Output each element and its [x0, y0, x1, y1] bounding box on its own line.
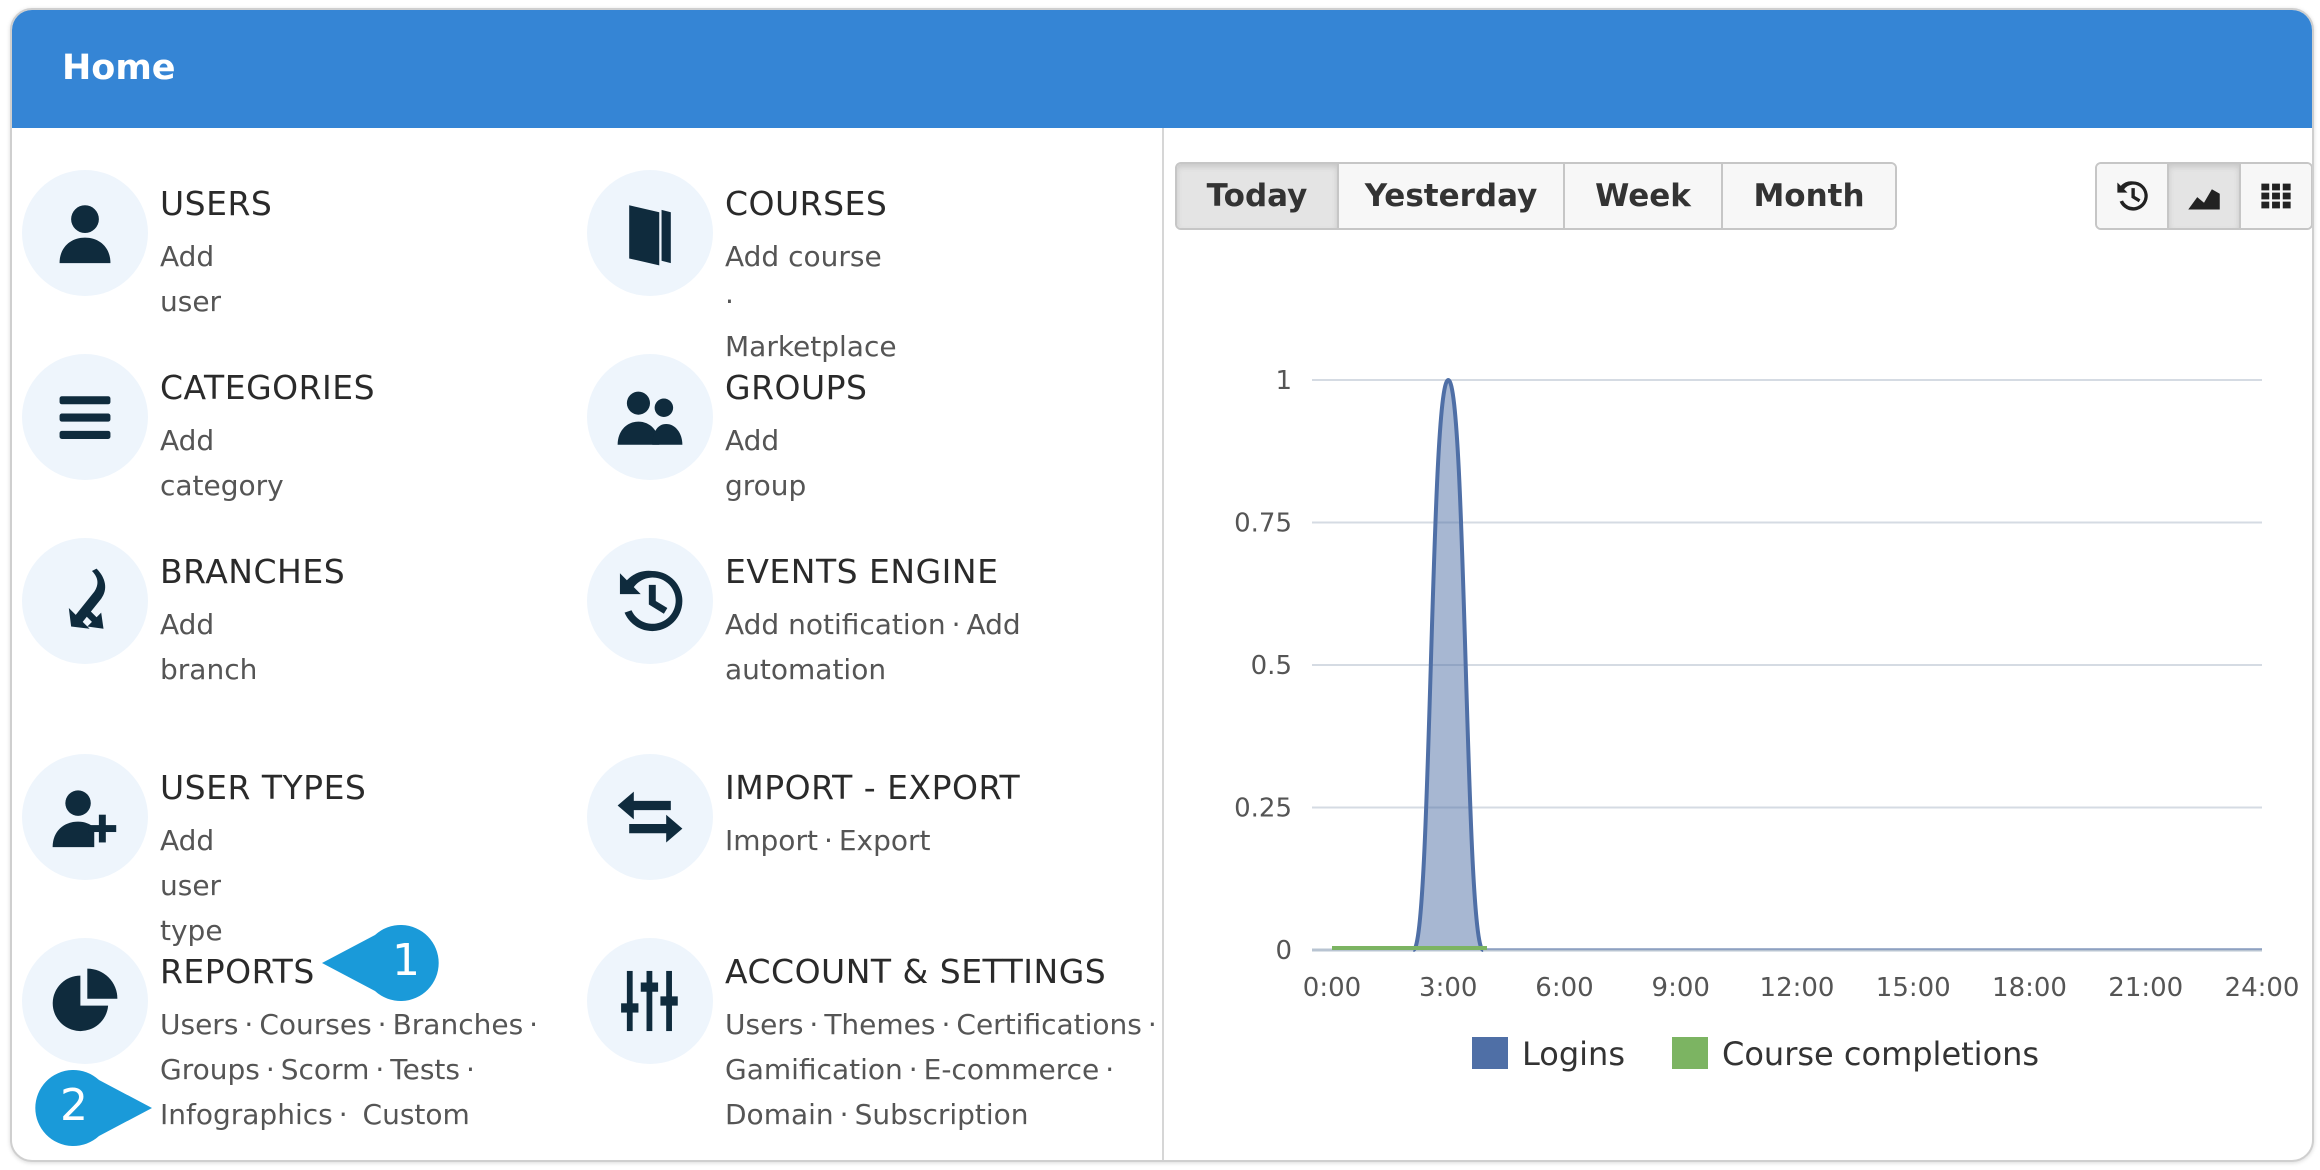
link-settings-gamification[interactable]: Gamification	[725, 1053, 903, 1086]
x-tick-label: 18:00	[1992, 973, 2067, 1003]
user-plus-icon	[22, 754, 148, 880]
callout-2: 2	[24, 1068, 154, 1148]
tile-title-reports[interactable]: REPORTS	[160, 952, 315, 991]
x-tick-label: 6:00	[1535, 973, 1593, 1003]
history-icon	[587, 538, 713, 664]
link-reports-courses[interactable]: Courses	[259, 1008, 371, 1041]
history-view-button[interactable]	[2097, 164, 2169, 228]
link-marketplace[interactable]: Marketplace	[725, 330, 897, 363]
x-tick-label: 3:00	[1419, 973, 1477, 1003]
link-settings-subscription[interactable]: Subscription	[855, 1098, 1029, 1131]
exchange-icon	[587, 754, 713, 880]
callout-2-number: 2	[60, 1080, 88, 1131]
x-tick-label: 21:00	[2108, 973, 2183, 1003]
link-add-user[interactable]: Add user	[160, 240, 221, 318]
tile-links-categories: Add category	[160, 418, 284, 508]
y-tick-label: 0.25	[1234, 794, 1292, 824]
tab-yesterday[interactable]: Yesterday	[1339, 164, 1565, 228]
user-icon	[22, 170, 148, 296]
tile-links-user-types: Add user type	[160, 818, 223, 953]
tile-title-courses[interactable]: COURSES	[725, 184, 887, 223]
link-reports-scorm[interactable]: Scorm	[281, 1053, 370, 1086]
link-import[interactable]: Import	[725, 824, 818, 857]
branch-icon	[22, 538, 148, 664]
tile-title-import-export[interactable]: IMPORT - EXPORT	[725, 768, 1020, 807]
link-reports-branches[interactable]: Branches	[393, 1008, 524, 1041]
sliders-icon	[587, 938, 713, 1064]
link-reports-custom[interactable]: Custom	[363, 1098, 470, 1131]
link-reports-groups[interactable]: Groups	[160, 1053, 260, 1086]
area-chart-view-button[interactable]	[2169, 164, 2241, 228]
book-icon	[587, 170, 713, 296]
x-tick-label: 9:00	[1652, 973, 1710, 1003]
home-header: Home	[12, 10, 2312, 128]
y-tick-label: 1	[1275, 366, 1292, 396]
tile-links-reports: Users · Courses · Branches · Groups · Scorm · Tes…	[160, 1008, 539, 1131]
view-toggles	[2095, 162, 2312, 230]
list-icon	[22, 354, 148, 480]
y-tick-label: 0.5	[1251, 651, 1292, 681]
tile-links-account-settings: Users · Themes · Certifications · Gamificatio…	[725, 1008, 1157, 1131]
legend-label-logins: Logins	[1522, 1035, 1625, 1073]
tile-links-groups: Add group	[725, 418, 806, 508]
link-add-category[interactable]: Add category	[160, 424, 284, 502]
legend-swatch-completions	[1672, 1037, 1708, 1069]
link-reports-infographics[interactable]: Infographics	[160, 1098, 333, 1131]
tab-month[interactable]: Month	[1723, 164, 1895, 228]
y-tick-label: 0	[1275, 936, 1292, 966]
x-tick-label: 12:00	[1760, 973, 1835, 1003]
tile-title-categories[interactable]: CATEGORIES	[160, 368, 375, 407]
link-settings-ecommerce[interactable]: E-commerce	[924, 1053, 1100, 1086]
y-tick-label: 0.75	[1234, 509, 1292, 539]
link-add-user-type[interactable]: Add user type	[160, 824, 223, 947]
grid-view-button[interactable]	[2241, 164, 2311, 228]
tile-links-users: Add user	[160, 234, 221, 324]
group-icon	[587, 354, 713, 480]
link-reports-users[interactable]: Users	[160, 1008, 238, 1041]
x-tick-label: 0:00	[1303, 973, 1361, 1003]
link-settings-domain[interactable]: Domain	[725, 1098, 834, 1131]
tab-week[interactable]: Week	[1565, 164, 1723, 228]
pie-chart-icon	[22, 938, 148, 1064]
panel-divider	[1162, 128, 1164, 1160]
tile-links-events-engine: Add notification · Add automation	[725, 608, 1021, 686]
link-settings-themes[interactable]: Themes	[824, 1008, 935, 1041]
tile-title-users[interactable]: USERS	[160, 184, 272, 223]
grid-icon	[2261, 183, 2291, 209]
link-settings-users[interactable]: Users	[725, 1008, 803, 1041]
tile-title-events-engine[interactable]: EVENTS ENGINE	[725, 552, 998, 591]
callout-1-number: 1	[392, 935, 420, 986]
tab-today[interactable]: Today	[1177, 164, 1339, 228]
history-icon	[2117, 181, 2148, 211]
x-tick-label: 24:00	[2225, 973, 2300, 1003]
tile-title-account-settings[interactable]: ACCOUNT & SETTINGS	[725, 952, 1106, 991]
link-reports-tests[interactable]: Tests	[390, 1053, 460, 1086]
link-export[interactable]: Export	[839, 824, 931, 857]
callout-1: 1	[320, 923, 450, 1003]
link-settings-certifications[interactable]: Certifications	[956, 1008, 1141, 1041]
tile-title-groups[interactable]: GROUPS	[725, 368, 867, 407]
tile-title-branches[interactable]: BRANCHES	[160, 552, 345, 591]
tile-title-user-types[interactable]: USER TYPES	[160, 768, 366, 807]
tile-links-branches: Add branch	[160, 602, 257, 692]
link-add-group[interactable]: Add group	[725, 424, 806, 502]
activity-chart: 0 0.25 0.5 0.75 1 0:00 3:00 6:00 9:00 12:00 15:00 1…	[1234, 366, 2300, 1073]
link-add-branch[interactable]: Add branch	[160, 608, 257, 686]
page-title: Home	[62, 48, 176, 88]
tile-links-import-export: Import · Export	[725, 824, 931, 857]
area-chart-icon	[2188, 189, 2220, 210]
legend-label-completions: Course completions	[1722, 1035, 2039, 1073]
link-add-notification[interactable]: Add notification	[725, 608, 946, 641]
link-add-course[interactable]: Add course	[725, 240, 882, 273]
range-tabs: Today Yesterday Week Month	[1175, 162, 1897, 230]
legend-swatch-logins	[1472, 1037, 1508, 1069]
tile-links-courses: Add course · Marketplace	[725, 240, 897, 363]
x-tick-label: 15:00	[1876, 973, 1951, 1003]
home-panel: Home USERS Add user COURSES Add course ·…	[10, 8, 2314, 1162]
